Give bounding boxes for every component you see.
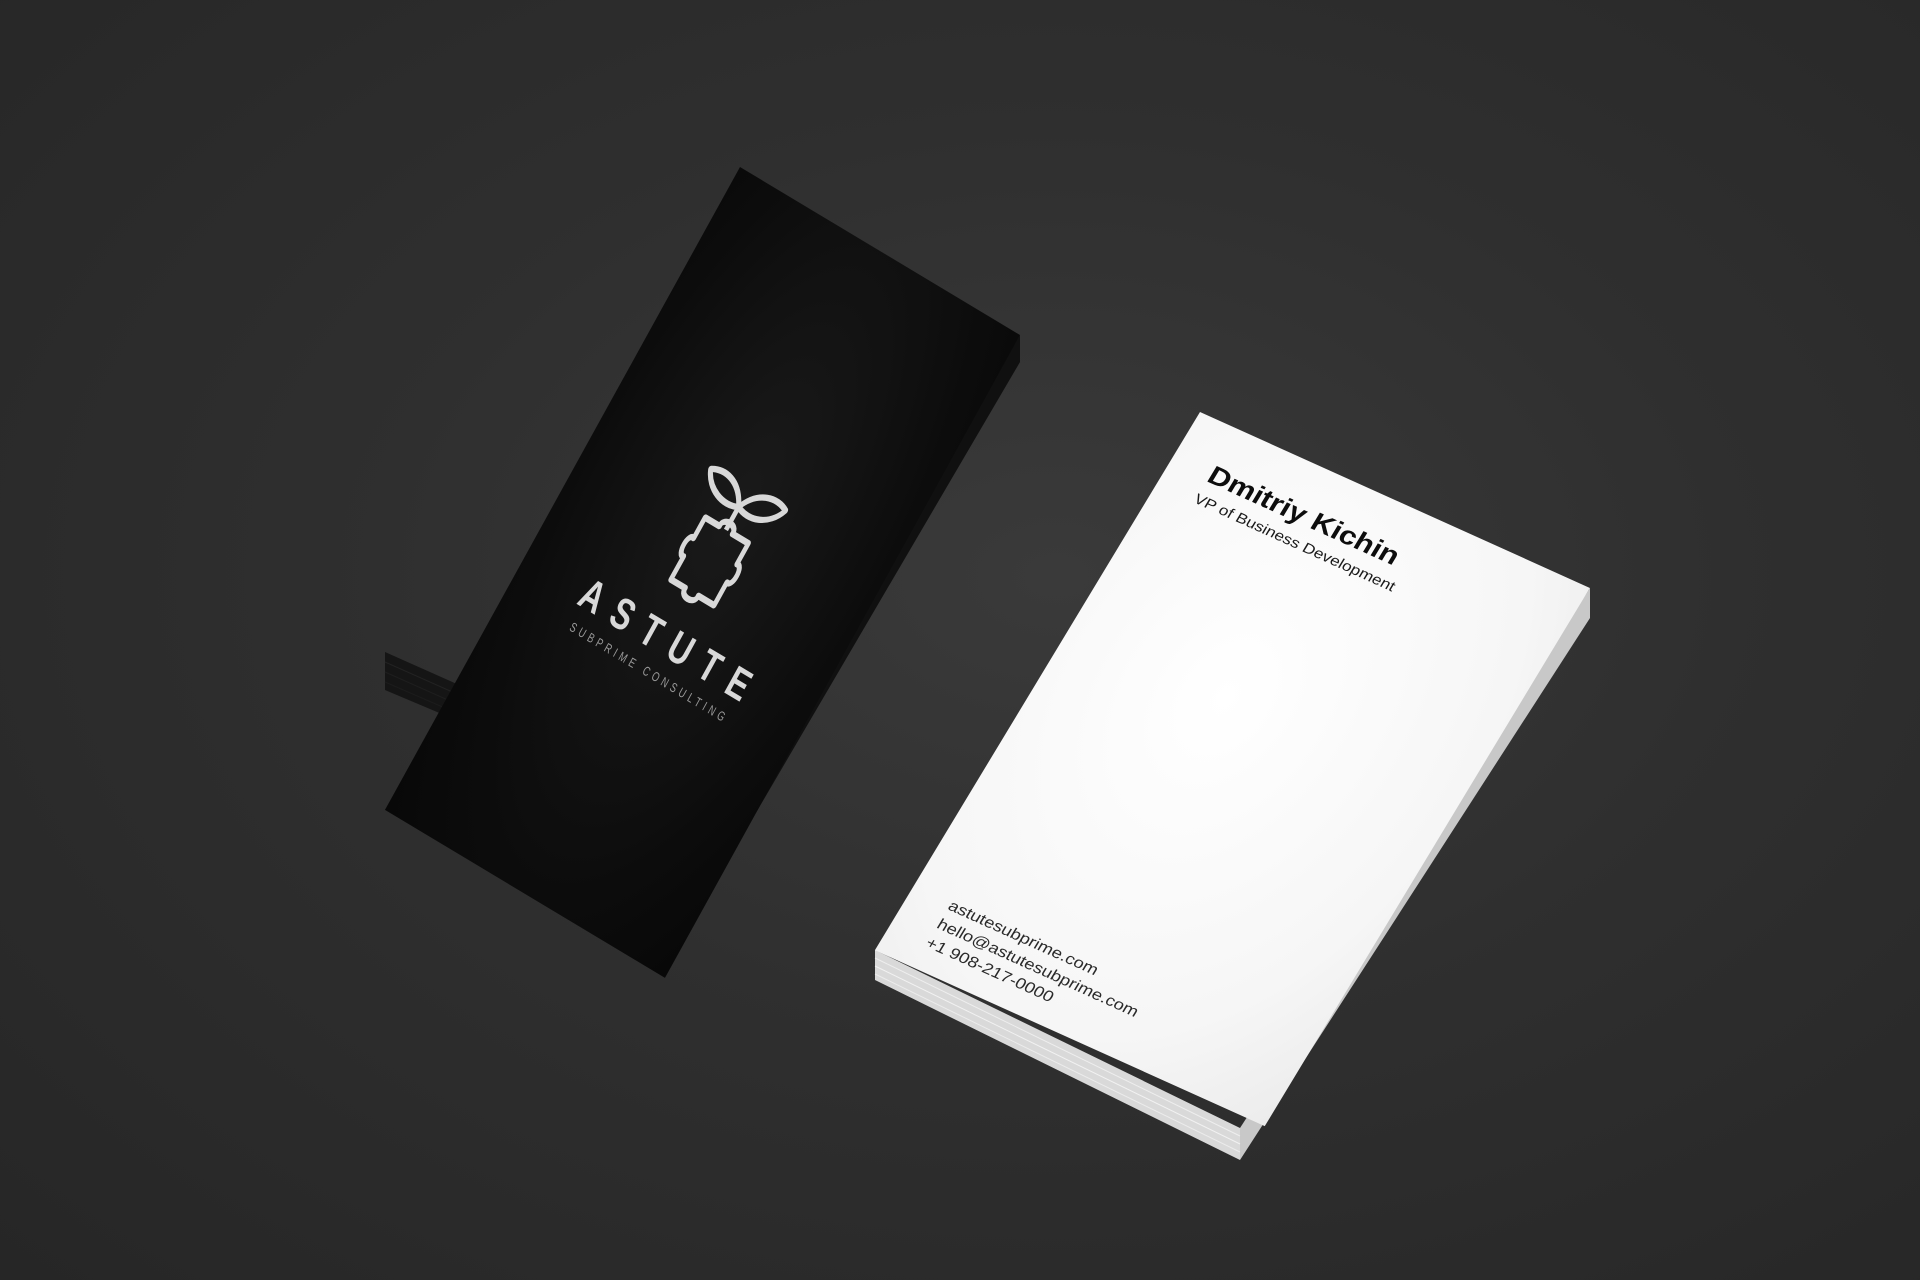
business-card-mockup-scene: ASTUTE SUBPRIME CONSULTING Dmitriy Kichi… bbox=[0, 0, 1920, 1280]
white-card-stack-edge bbox=[874, 588, 1590, 1160]
